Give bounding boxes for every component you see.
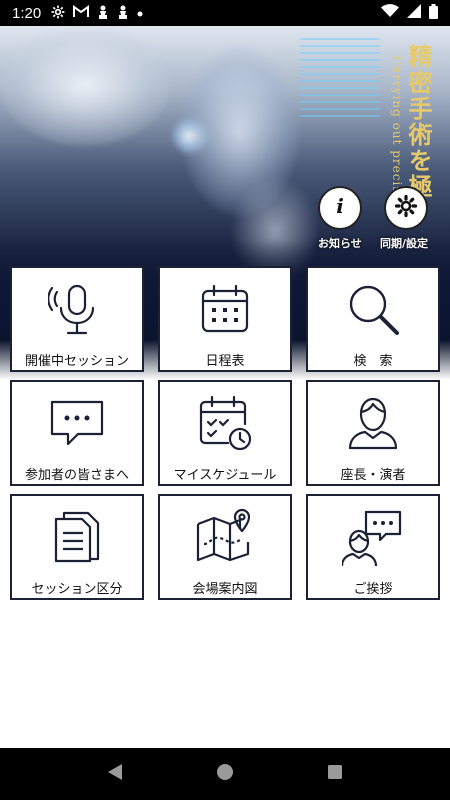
recents-icon[interactable] xyxy=(327,764,343,784)
system-nav-bar xyxy=(0,748,450,800)
tile-search[interactable]: 検 索 xyxy=(306,266,440,372)
status-bar: 1:20 xyxy=(0,0,450,26)
back-icon[interactable] xyxy=(107,763,123,785)
info-icon: i xyxy=(329,194,351,221)
tile-greetings[interactable]: ご挨拶 xyxy=(306,494,440,600)
gear-icon xyxy=(51,5,65,22)
sync-settings-label: 同期/設定 xyxy=(380,237,429,250)
tile-label: 開催中セッション xyxy=(24,354,129,369)
info-label: お知らせ xyxy=(318,237,362,250)
tile-for-participants[interactable]: 参加者の皆さまへ xyxy=(10,380,144,486)
dot-icon xyxy=(137,7,143,20)
tile-chairs-speakers[interactable]: 座長・演者 xyxy=(306,380,440,486)
battery-icon xyxy=(429,3,438,23)
map-icon xyxy=(193,506,257,568)
tile-label: ご挨拶 xyxy=(353,582,393,597)
microphone-icon xyxy=(45,278,109,340)
tile-label: セッション区分 xyxy=(31,582,123,597)
svg-text:i: i xyxy=(336,195,344,217)
tile-my-schedule[interactable]: マイスケジュール xyxy=(158,380,292,486)
hero-tagline: 精密手術を極 xyxy=(404,44,433,200)
tile-current-session[interactable]: 開催中セッション xyxy=(10,266,144,372)
tile-label: 検 索 xyxy=(353,354,393,369)
info-button[interactable]: i xyxy=(318,186,362,230)
search-icon xyxy=(341,278,405,340)
home-icon[interactable] xyxy=(216,763,234,785)
tile-label: 参加者の皆さまへ xyxy=(24,468,129,483)
documents-icon xyxy=(45,506,109,568)
tile-schedule[interactable]: 日程表 xyxy=(158,266,292,372)
calendar-clock-icon xyxy=(193,392,257,454)
wifi-icon xyxy=(381,4,399,22)
gmail-icon xyxy=(73,5,90,21)
tile-venue-map[interactable]: 会場案内図 xyxy=(158,494,292,600)
tile-label: 日程表 xyxy=(205,354,245,369)
chat-bubble-icon xyxy=(45,392,109,454)
pawn-icon xyxy=(97,5,109,22)
tile-label: 会場案内図 xyxy=(192,582,258,597)
tile-label: マイスケジュール xyxy=(173,468,277,483)
person-icon xyxy=(341,392,405,454)
gear-icon xyxy=(394,194,418,222)
calendar-icon xyxy=(193,278,257,340)
status-time: 1:20 xyxy=(12,4,42,22)
sync-settings-button[interactable] xyxy=(384,186,428,230)
tile-session-category[interactable]: セッション区分 xyxy=(10,494,144,600)
pawn-icon xyxy=(117,5,129,22)
speaker-bubble-icon xyxy=(341,506,405,568)
tile-label: 座長・演者 xyxy=(340,468,406,483)
signal-icon xyxy=(407,4,421,22)
